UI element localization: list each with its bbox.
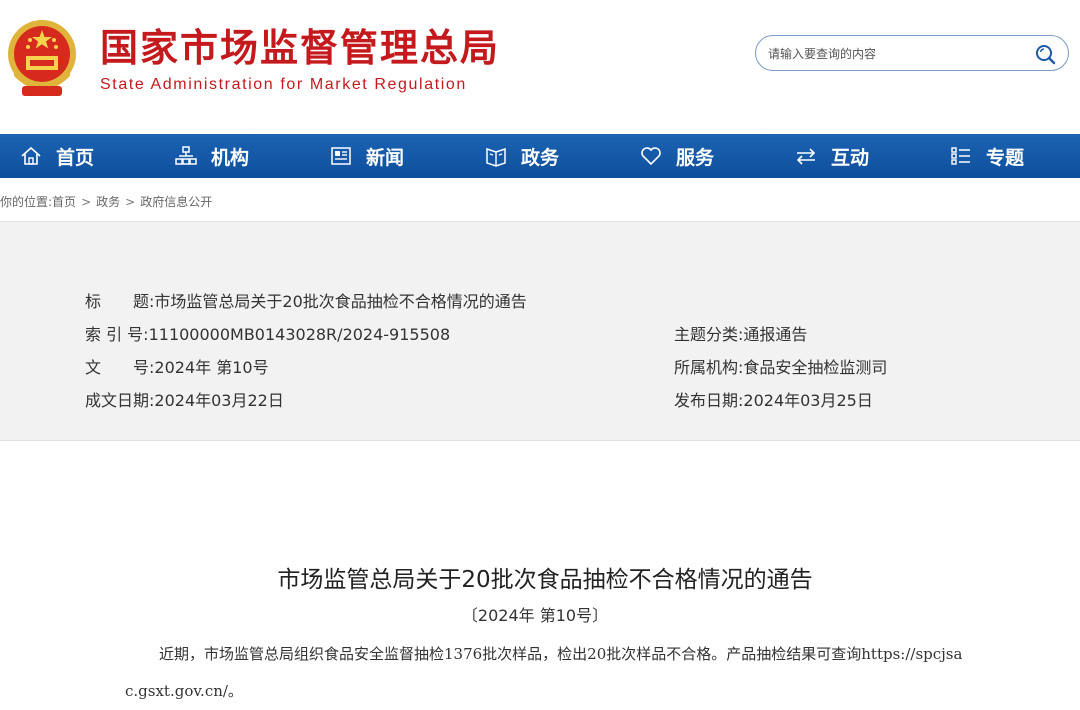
info-org-row: 所属机构:食品安全抽检监测司 (674, 354, 887, 378)
info-index-row: 索 引 号:11100000MB0143028R/2024-915508 (85, 321, 450, 345)
nav-item-org[interactable]: 机构 (175, 134, 249, 178)
heart-icon (641, 147, 661, 166)
site-title-en[interactable]: State Administration for Market Regulati… (100, 76, 467, 94)
main-nav: 首页 机构 新闻 政务 服务 互动 专题 (0, 134, 1080, 178)
nav-label: 服务 (676, 146, 715, 169)
info-category-value: 通报通告 (743, 325, 808, 344)
info-created-value: 2024年03月22日 (154, 391, 284, 410)
newspaper-icon (331, 147, 351, 165)
info-published-row: 发布日期:2024年03月25日 (674, 387, 873, 411)
breadcrumb-separator: > (125, 195, 136, 209)
document-info-box: 标 题:市场监管总局关于20批次食品抽检不合格情况的通告 索 引 号:11100… (0, 221, 1080, 441)
info-index-label: 索 引 号: (85, 325, 149, 344)
info-doc-value: 2024年 第10号 (154, 358, 269, 377)
breadcrumb: 你的位置:首页 > 政务 > 政府信息公开 (0, 193, 212, 210)
nav-item-news[interactable]: 新闻 (330, 134, 404, 178)
nav-label: 新闻 (366, 146, 405, 169)
info-title-value: 市场监管总局关于20批次食品抽检不合格情况的通告 (154, 292, 527, 311)
nav-label: 互动 (831, 146, 870, 169)
breadcrumb-link-home[interactable]: 首页 (52, 195, 76, 209)
national-emblem-icon[interactable] (4, 18, 80, 100)
nav-item-interact[interactable]: 互动 (795, 134, 869, 178)
article-body: 近期，市场监管总局组织食品安全监督抽检1376批次样品，检出20批次样品不合格。… (125, 645, 963, 700)
info-index-value: 11100000MB0143028R/2024-915508 (148, 325, 451, 344)
breadcrumb-prefix: 你的位置: (0, 195, 53, 209)
nav-item-service[interactable]: 服务 (640, 134, 714, 178)
breadcrumb-link-info[interactable]: 政府信息公开 (140, 195, 212, 209)
info-category-label: 主题分类: (674, 325, 744, 344)
nav-item-topic[interactable]: 专题 (950, 134, 1024, 178)
search-input[interactable] (768, 44, 1018, 64)
nav-item-gov[interactable]: 政务 (485, 134, 559, 178)
info-doc-label: 文 号: (85, 358, 155, 377)
document-icon (486, 147, 506, 167)
info-doc-row: 文 号:2024年 第10号 (85, 354, 269, 378)
info-created-row: 成文日期:2024年03月22日 (85, 387, 284, 411)
list-icon (951, 147, 970, 165)
nav-label: 首页 (56, 146, 95, 169)
breadcrumb-link-gov[interactable]: 政务 (96, 195, 120, 209)
search-box (755, 35, 1069, 71)
info-published-label: 发布日期: (674, 391, 744, 410)
breadcrumb-separator: > (81, 195, 92, 209)
site-header: 国家市场监督管理总局 State Administration for Mark… (0, 0, 1080, 134)
nav-label: 专题 (986, 146, 1025, 169)
nav-label: 政务 (521, 146, 560, 169)
org-chart-icon (175, 146, 197, 165)
search-icon[interactable] (1034, 43, 1056, 65)
info-title-label: 标 题: (85, 292, 155, 311)
info-category-row: 主题分类:通报通告 (674, 321, 807, 345)
site-title-cn[interactable]: 国家市场监督管理总局 (100, 26, 500, 70)
article-number: 〔2024年 第10号〕 (461, 606, 609, 625)
nav-item-home[interactable]: 首页 (20, 134, 94, 178)
home-icon (21, 146, 41, 165)
info-created-label: 成文日期: (85, 391, 155, 410)
info-title-row: 标 题:市场监管总局关于20批次食品抽检不合格情况的通告 (85, 288, 527, 312)
info-published-value: 2024年03月25日 (743, 391, 873, 410)
info-org-value: 食品安全抽检监测司 (743, 358, 888, 377)
info-org-label: 所属机构: (674, 358, 744, 377)
exchange-icon (796, 148, 816, 165)
nav-label: 机构 (211, 146, 250, 169)
article-title: 市场监管总局关于20批次食品抽检不合格情况的通告 (277, 567, 813, 593)
